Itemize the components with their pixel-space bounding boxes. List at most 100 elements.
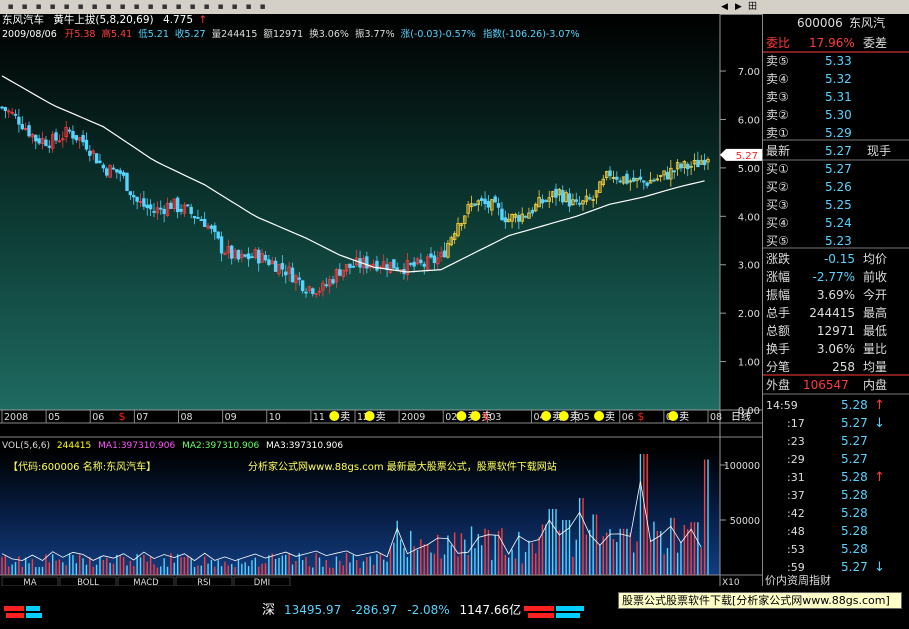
- tile-icon[interactable]: ▪: [74, 1, 87, 13]
- candle-body: [686, 163, 690, 170]
- up-arrow-icon: ↑: [874, 398, 885, 413]
- buy-signal-icon: $: [637, 410, 644, 423]
- candle-body: [530, 209, 535, 214]
- tick-time: :37: [787, 489, 805, 502]
- window-icon[interactable]: ▪: [60, 1, 73, 13]
- candle-body: [17, 116, 21, 125]
- candle-body: [243, 254, 247, 257]
- tick-time: :31: [787, 471, 805, 484]
- candle-body: [419, 259, 423, 264]
- tick-price: 5.27: [841, 560, 868, 574]
- cross-icon[interactable]: ▪: [88, 1, 101, 13]
- buy-level-price: 5.25: [825, 198, 852, 212]
- candle-body: [98, 160, 102, 163]
- candle-body: [74, 135, 79, 141]
- date-label: 08: [181, 412, 193, 423]
- buy-level-label: 买②: [766, 180, 789, 194]
- period-label[interactable]: 日线: [731, 410, 751, 423]
- tick-time: :17: [787, 417, 805, 430]
- candle-body: [625, 173, 629, 184]
- tab-label[interactable]: BOLL: [77, 578, 99, 586]
- smile-signal-icon: [329, 411, 340, 421]
- stat-label: 总额: [766, 324, 790, 338]
- grid-icon[interactable]: ▪: [186, 1, 199, 13]
- quote-panel: 600006 东风汽 委比 17.96% 委差 卖⑤ 5.33 卖④ 5.32 卖③ 5.31 卖② 5…: [762, 14, 909, 586]
- candle-body: [395, 267, 399, 271]
- back-icon[interactable]: ▪: [4, 1, 17, 13]
- zoom-out-icon[interactable]: ▪: [116, 1, 129, 13]
- layout-icon[interactable]: 田: [746, 1, 759, 13]
- text-icon[interactable]: ▪: [172, 1, 185, 13]
- chart-canvas[interactable]: 7.006.005.004.003.002.001.000.005.27 200…: [0, 14, 762, 586]
- sell-level-label: 卖④: [766, 72, 789, 86]
- buy-signal-icon: $: [482, 410, 489, 423]
- candle-body: [37, 138, 41, 144]
- date-label: 2008: [4, 412, 28, 423]
- indicator-tabs[interactable]: MA BOLL MACD RSI DMI: [1, 576, 291, 586]
- sell-level-label: 卖⑤: [766, 54, 789, 68]
- stat-value: -2.77%: [813, 270, 855, 284]
- candle-body: [263, 254, 268, 261]
- down-arrow-icon: ↓: [874, 560, 885, 575]
- buy-signal-icon: $: [118, 410, 125, 423]
- pan-icon[interactable]: ▪: [130, 1, 143, 13]
- outer-inner-row: 外盘 106547 内盘: [766, 377, 887, 392]
- candle-body: [338, 269, 342, 276]
- quote-canvas: 600006 东风汽委比 17.96% 委差卖⑤ 5.33 卖④ 5.32 卖③ 5.31 卖② 5…: [763, 15, 909, 586]
- main-chart-area[interactable]: 7.00 6.00 5.00 4.00 3.00 2.00 1.00 0.00 5.27 200…: [0, 14, 762, 586]
- candle-body: [554, 188, 558, 198]
- print-icon[interactable]: ▪: [242, 1, 255, 13]
- candle-body: [213, 225, 217, 232]
- candle-body: [152, 210, 156, 213]
- indicator-value: 4.775: [163, 14, 193, 26]
- smile-signal-icon: [541, 411, 552, 421]
- draw-icon[interactable]: ▪: [158, 1, 171, 13]
- tab-label[interactable]: MACD: [133, 578, 159, 586]
- candle-body: [280, 263, 285, 270]
- candle-body: [159, 207, 163, 210]
- chart-icon[interactable]: ▪: [46, 1, 59, 13]
- sell-level-label: 卖②: [766, 108, 789, 122]
- scroll-left-icon[interactable]: ◀: [718, 1, 731, 13]
- candle-body: [47, 145, 51, 148]
- candle-body: [496, 203, 501, 208]
- scroll-right-icon[interactable]: ▶: [732, 1, 745, 13]
- volume-axis: 100000 50000 X10: [720, 461, 760, 586]
- candle-body: [351, 265, 356, 268]
- candle-body: [20, 124, 24, 130]
- sell-level-price: 5.32: [825, 72, 852, 86]
- quote-bottom-tabs[interactable]: 价内资周指财: [765, 573, 831, 586]
- candle-body: [3, 107, 8, 112]
- zoom-in-icon[interactable]: ▪: [102, 1, 115, 13]
- candle-body: [479, 198, 484, 202]
- buy-level-label: 买①: [766, 162, 789, 176]
- stat-label: 涨跌: [766, 251, 790, 266]
- forward-icon[interactable]: ▪: [18, 1, 31, 13]
- refresh-icon[interactable]: ▪: [200, 1, 213, 13]
- tab-label[interactable]: DMI: [254, 578, 270, 586]
- candle-body: [101, 164, 106, 169]
- wei-bi-row: 委比 17.96% 委差: [766, 36, 887, 50]
- tab-label[interactable]: MA: [23, 578, 36, 586]
- up-icon[interactable]: ▪: [32, 1, 45, 13]
- sell-level-price: 5.29: [825, 126, 852, 140]
- price-tick-label: 3.00: [738, 261, 760, 272]
- candle-body: [672, 170, 676, 173]
- price-axis: 7.006.005.004.003.002.001.000.005.27: [720, 67, 762, 417]
- candle-body: [273, 260, 278, 272]
- export-icon[interactable]: ▪: [228, 1, 241, 13]
- candle-body: [348, 263, 352, 268]
- price-tick-label: 1.00: [738, 358, 760, 369]
- tick-time: :23: [787, 435, 805, 448]
- candle-body: [290, 267, 295, 283]
- current-price-label: 5.27: [736, 151, 758, 162]
- settings-icon[interactable]: ▪: [214, 1, 227, 13]
- candle-body: [115, 169, 119, 173]
- help-icon[interactable]: ▪: [256, 1, 269, 13]
- price-panel-bg: [0, 14, 720, 410]
- smile-signal-icon: [456, 411, 467, 421]
- tab-label[interactable]: RSI: [197, 578, 211, 586]
- candle-body: [142, 198, 146, 207]
- tick-time: 14:59: [766, 399, 798, 412]
- cursor-icon[interactable]: ▪: [144, 1, 157, 13]
